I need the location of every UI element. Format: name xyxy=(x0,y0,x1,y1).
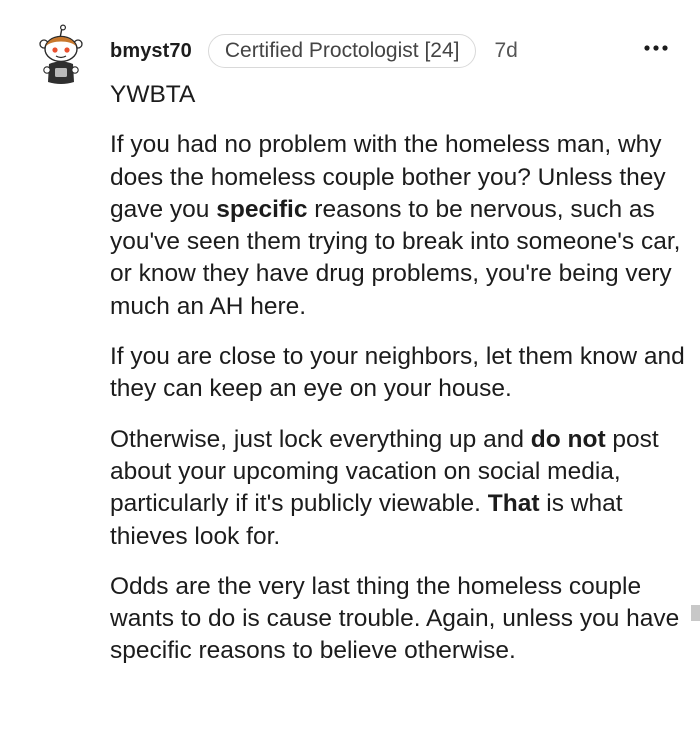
comment-verdict: YWBTA xyxy=(110,79,692,111)
comment-paragraph: Otherwise, just lock everything up and d… xyxy=(110,424,692,553)
text-span: If you are close to your neighbors, let … xyxy=(110,343,685,403)
user-flair-badge: Certified Proctologist [24] xyxy=(207,34,477,68)
scrollbar-thumb[interactable] xyxy=(691,605,700,621)
text-span: Odds are the very last thing the homeles… xyxy=(110,572,680,665)
username-link[interactable]: bmyst70 xyxy=(110,40,192,63)
comment-header: bmyst70 Certified Proctologist [24] 7d xyxy=(110,33,518,69)
comment-card: bmyst70 Certified Proctologist [24] 7d Y… xyxy=(0,0,700,756)
text-span: Otherwise, just lock everything up and xyxy=(110,425,531,453)
comment-paragraph: If you had no problem with the homeless … xyxy=(110,129,692,323)
bold-text: That xyxy=(487,490,540,518)
comment-body: YWBTA If you had no problem with the home… xyxy=(110,79,692,668)
comment-paragraph: Odds are the very last thing the homeles… xyxy=(110,571,692,668)
bold-text: specific xyxy=(216,195,308,223)
bold-text: do not xyxy=(530,425,606,453)
three-dots-icon xyxy=(644,45,668,51)
user-avatar-icon[interactable] xyxy=(38,24,84,86)
comment-timestamp[interactable]: 7d xyxy=(494,39,517,63)
more-options-button[interactable] xyxy=(640,38,672,58)
text-span: YWBTA xyxy=(110,81,196,108)
comment-paragraph: If you are close to your neighbors, let … xyxy=(110,341,692,406)
